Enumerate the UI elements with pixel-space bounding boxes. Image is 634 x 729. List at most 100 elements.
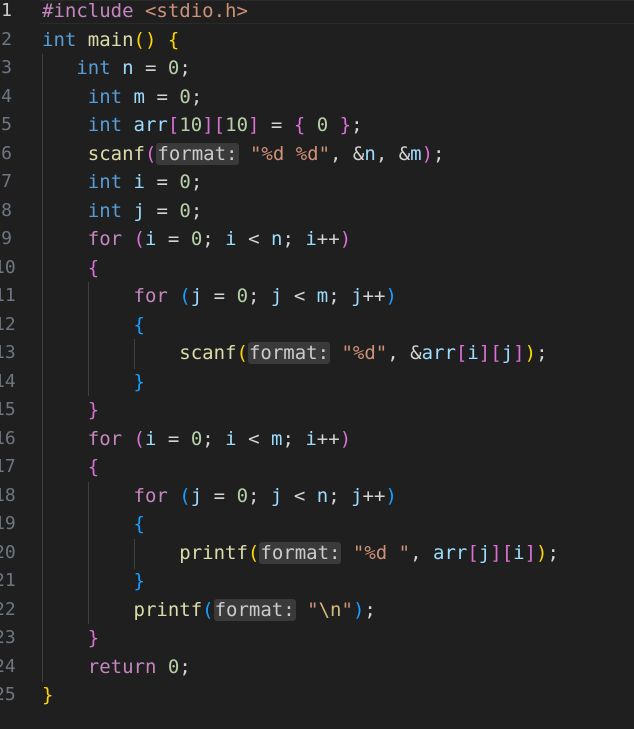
- number-literal: 0: [236, 285, 249, 307]
- code-line[interactable]: int main() {: [42, 26, 634, 55]
- code-line[interactable]: {: [42, 311, 634, 340]
- string-literal: "%d ": [352, 541, 411, 564]
- semicolon: ;: [328, 285, 340, 307]
- line-number: 19: [0, 513, 16, 534]
- code-line[interactable]: int arr[10][10] = { 0 };: [42, 111, 634, 140]
- code-line[interactable]: for (i = 0; i < n; i++): [42, 225, 634, 254]
- code-line[interactable]: int n = 0;: [42, 54, 634, 83]
- code-line[interactable]: }: [42, 368, 634, 397]
- variable: n: [270, 228, 283, 250]
- code-line[interactable]: printf(format: "%d ", arr[j][i]);: [42, 539, 634, 568]
- inlay-hint: format:: [156, 142, 239, 165]
- number-literal: 0: [236, 484, 249, 507]
- string-literal: "%d": [341, 342, 388, 364]
- line-number-gutter[interactable]: 1 2 3 4 5 6 7 8 9 10 11 12 13 14 15 16 1…: [0, 0, 36, 710]
- parenthesis: (: [179, 484, 191, 507]
- code-line[interactable]: int j = 0;: [42, 197, 634, 226]
- line-number: 7: [1, 171, 12, 192]
- line-number: 23: [0, 627, 16, 648]
- control-keyword: for: [133, 285, 168, 307]
- brace: {: [293, 114, 306, 136]
- code-editor[interactable]: 1 2 3 4 5 6 7 8 9 10 11 12 13 14 15 16 1…: [0, 0, 634, 729]
- operator: =: [156, 199, 168, 222]
- type-keyword: int: [87, 199, 123, 222]
- inlay-hint: format:: [247, 342, 331, 364]
- line-number: 14: [0, 370, 16, 392]
- code-line[interactable]: }: [42, 396, 634, 425]
- bracket: ]: [248, 114, 260, 136]
- code-line[interactable]: }: [42, 567, 634, 596]
- code-line[interactable]: printf(format: "\n");: [42, 596, 634, 625]
- variable: m: [270, 427, 283, 450]
- number-literal: 0: [179, 171, 191, 193]
- code-line[interactable]: }: [42, 681, 634, 710]
- line-number: 12: [0, 313, 16, 335]
- close-brace: }: [133, 570, 145, 592]
- inlay-hint: format:: [213, 598, 296, 621]
- code-line[interactable]: int i = 0;: [42, 168, 634, 197]
- variable: arr: [433, 541, 468, 564]
- semicolon: ;: [190, 171, 203, 193]
- operator: <: [293, 484, 306, 507]
- variable: arr: [133, 114, 168, 136]
- code-line[interactable]: for (j = 0; j < n; j++): [42, 482, 634, 511]
- operator: <: [293, 285, 306, 307]
- semicolon: ;: [248, 484, 260, 507]
- bracket: [: [167, 114, 180, 136]
- line-number: 13: [0, 342, 16, 363]
- operator: =: [167, 427, 180, 450]
- semicolon: ;: [282, 427, 294, 450]
- operator: =: [213, 285, 226, 307]
- variable: i: [305, 228, 317, 250]
- line-number: 9: [1, 228, 12, 249]
- code-line[interactable]: return 0;: [42, 653, 634, 682]
- variable: j: [351, 285, 363, 307]
- parenthesis: (: [202, 598, 214, 621]
- preprocessor-directive: #include: [42, 0, 134, 22]
- open-brace: {: [133, 513, 145, 535]
- number-literal: 0: [316, 114, 329, 136]
- semicolon: ;: [190, 85, 203, 108]
- variable: j: [133, 199, 145, 222]
- function-call: printf: [179, 541, 248, 564]
- operator: <: [248, 427, 260, 450]
- type-keyword: int: [42, 28, 77, 51]
- variable: j: [501, 342, 514, 364]
- variable: j: [270, 285, 283, 307]
- code-line[interactable]: {: [42, 453, 634, 482]
- bracket: ]: [490, 541, 502, 564]
- semicolon: ;: [202, 427, 214, 450]
- code-line[interactable]: #include <stdio.h>: [42, 0, 634, 26]
- function-call: printf: [133, 598, 203, 621]
- code-line[interactable]: for (i = 0; i < m; i++): [42, 425, 634, 454]
- line-number: 2: [1, 28, 12, 50]
- code-line[interactable]: {: [42, 254, 634, 283]
- brace: }: [339, 114, 352, 136]
- operator: =: [167, 228, 180, 250]
- string-quote: ": [307, 598, 319, 621]
- variable: i: [467, 342, 479, 364]
- control-keyword: for: [87, 228, 123, 250]
- semicolon: ;: [364, 598, 376, 621]
- close-brace: }: [133, 370, 145, 393]
- code-line[interactable]: for (j = 0; j < m; j++): [42, 282, 634, 311]
- parenthesis: ): [421, 142, 434, 165]
- variable: i: [145, 228, 157, 250]
- code-line[interactable]: int m = 0;: [42, 83, 634, 112]
- number-literal: 0: [190, 427, 203, 450]
- line-number: 3: [1, 57, 12, 78]
- parenthesis: (: [236, 342, 248, 364]
- function-call: scanf: [179, 342, 237, 364]
- semicolon: ;: [190, 199, 203, 222]
- operator: =: [213, 484, 226, 507]
- include-header: <stdio.h>: [144, 0, 248, 22]
- code-line[interactable]: scanf(format: "%d %d", &n, &m);: [42, 140, 634, 169]
- code-area[interactable]: #include <stdio.h> int main() { int n = …: [42, 0, 634, 710]
- operator: ++: [316, 228, 340, 250]
- code-line[interactable]: scanf(format: "%d", &arr[i][j]);: [42, 339, 634, 368]
- parenthesis: (: [247, 541, 260, 564]
- variable: n: [364, 142, 376, 165]
- code-line[interactable]: {: [42, 510, 634, 539]
- parenthesis: ): [352, 598, 365, 621]
- code-line[interactable]: }: [42, 624, 634, 653]
